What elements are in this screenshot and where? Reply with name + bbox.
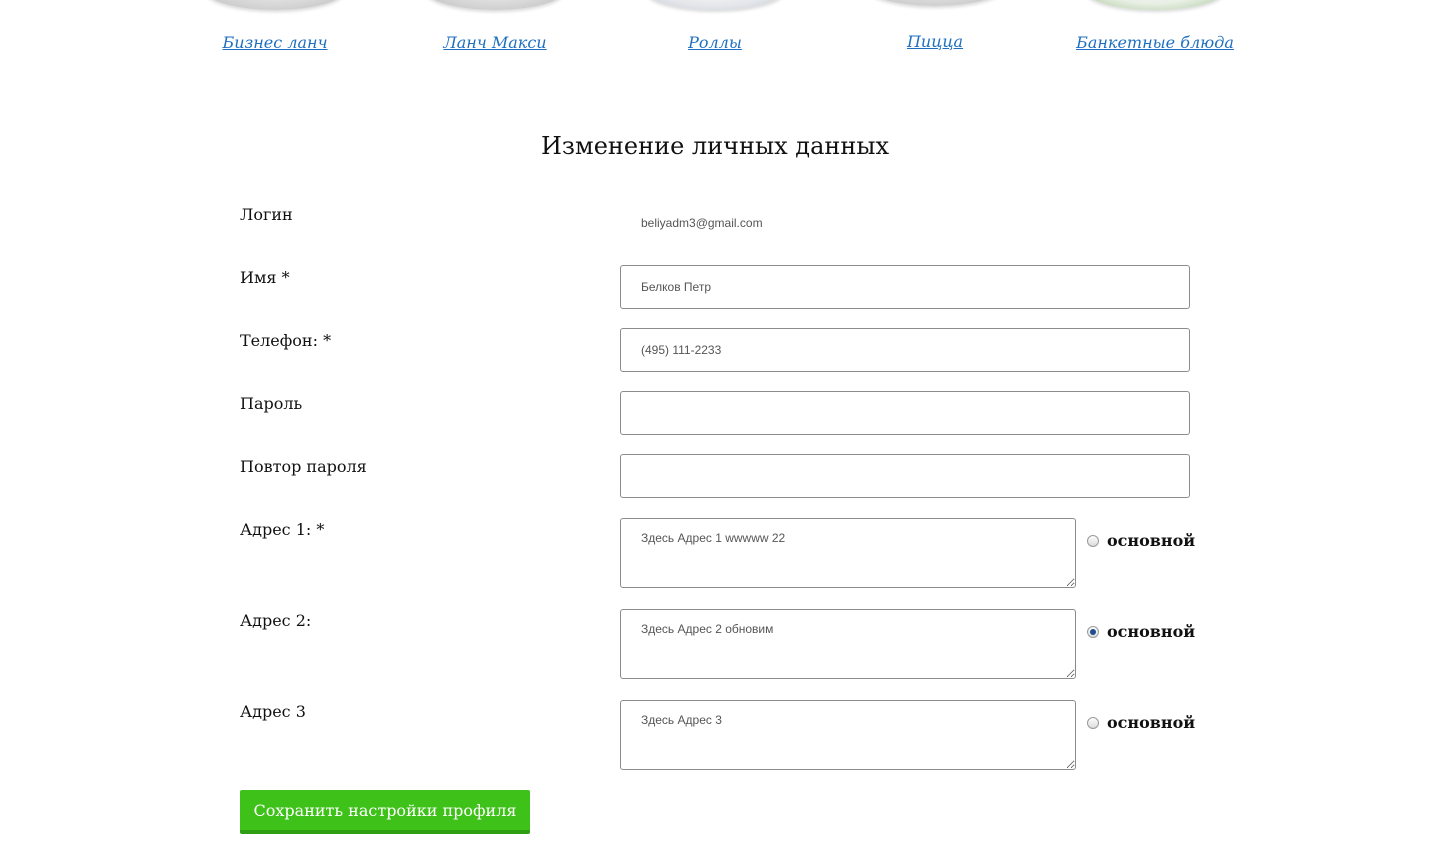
address1-primary-label[interactable]: основной (1107, 531, 1195, 550)
name-field[interactable] (620, 265, 1190, 309)
page: Бизнес ланч Ланч Макси Роллы Пицца Банке… (0, 0, 1430, 868)
name-label: Имя * (240, 268, 290, 287)
password-field[interactable] (620, 391, 1190, 435)
address2-primary-label[interactable]: основной (1107, 622, 1195, 641)
address3-label: Адрес 3 (240, 702, 306, 721)
phone-field[interactable] (620, 328, 1190, 372)
login-label: Логин (240, 205, 293, 224)
address3-field[interactable]: Здесь Адрес 3 (620, 700, 1076, 770)
category-link[interactable]: Бизнес ланч (175, 33, 375, 52)
address2-label: Адрес 2: (240, 611, 312, 630)
address3-primary-label[interactable]: основной (1107, 713, 1195, 732)
address1-label: Адрес 1: * (240, 520, 325, 539)
address2-primary-option[interactable]: основной (1087, 622, 1195, 641)
save-profile-button[interactable]: Сохранить настройки профиля (240, 790, 530, 834)
password-repeat-label: Повтор пароля (240, 457, 367, 476)
address2-field[interactable]: Здесь Адрес 2 обновим (620, 609, 1076, 679)
password-label: Пароль (240, 394, 303, 413)
address2-primary-radio[interactable] (1087, 625, 1099, 638)
category-link[interactable]: Ланч Макси (395, 33, 595, 52)
address1-primary-option[interactable]: основной (1087, 531, 1195, 550)
category-link[interactable]: Пицца (835, 32, 1035, 51)
address1-field[interactable]: Здесь Адрес 1 wwwww 22 (620, 518, 1076, 588)
category-link[interactable]: Банкетные блюда (1055, 33, 1255, 52)
login-value: beliyadm3@gmail.com (641, 216, 763, 230)
category-link[interactable]: Роллы (615, 33, 815, 52)
phone-label: Телефон: * (240, 331, 332, 350)
address1-primary-radio[interactable] (1087, 534, 1099, 547)
dish-image[interactable] (425, 0, 565, 10)
password-repeat-field[interactable] (620, 454, 1190, 498)
address3-primary-option[interactable]: основной (1087, 713, 1195, 732)
dish-image[interactable] (645, 0, 785, 10)
dish-image[interactable] (1085, 0, 1225, 10)
category-strip: Бизнес ланч Ланч Макси Роллы Пицца Банке… (0, 0, 1430, 60)
dish-image[interactable] (205, 0, 345, 10)
dish-image[interactable] (865, 0, 1005, 6)
address3-primary-radio[interactable] (1087, 716, 1099, 729)
page-title: Изменение личных данных (541, 132, 889, 160)
